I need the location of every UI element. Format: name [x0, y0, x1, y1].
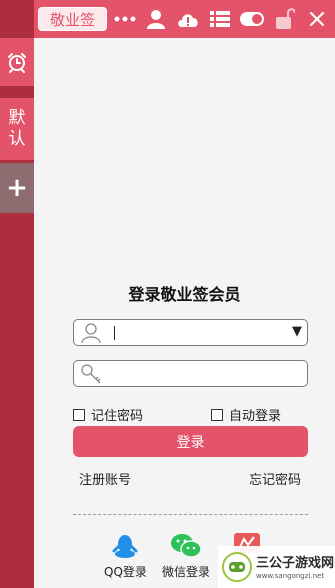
login-button[interactable]: 登录	[73, 426, 308, 457]
default-label-line2: 认	[8, 129, 26, 149]
qq-login-label: QQ登录	[104, 565, 147, 579]
user-icon[interactable]	[143, 6, 169, 32]
sidebar-default-category[interactable]: 默 认	[0, 98, 34, 160]
divider	[73, 514, 308, 515]
top-toolbar: 敬业签	[34, 0, 335, 38]
user-outline-icon	[81, 323, 101, 344]
watermark-logo-icon	[222, 552, 252, 582]
toggle-icon[interactable]	[239, 6, 265, 32]
username-field[interactable]: ▼	[73, 319, 308, 346]
checkbox-box[interactable]	[73, 408, 85, 421]
close-icon[interactable]	[304, 6, 330, 32]
register-link[interactable]: 注册账号	[79, 469, 131, 488]
dropdown-arrow-icon[interactable]: ▼	[292, 324, 302, 339]
sidebar: 默 认 +	[0, 0, 34, 588]
wechat-login-label: 微信登录	[162, 565, 211, 579]
forgot-password-link[interactable]: 忘记密码	[249, 469, 301, 488]
alarm-clock-icon	[8, 53, 26, 73]
username-input[interactable]	[110, 323, 280, 342]
qq-penguin-icon	[112, 535, 138, 558]
remember-password-checkbox[interactable]: 记住密码	[73, 405, 143, 424]
sidebar-alarm-button[interactable]	[0, 38, 34, 86]
login-title: 登录敬业签会员	[128, 285, 241, 304]
password-field[interactable]	[73, 360, 308, 387]
wechat-login-button[interactable]: 微信登录	[162, 533, 210, 580]
qq-login-button[interactable]: QQ登录	[104, 533, 147, 580]
site-watermark: 三公子游戏网 www.sangongzi.net	[218, 546, 335, 588]
password-input[interactable]	[110, 364, 280, 383]
cloud-warning-icon[interactable]	[175, 6, 201, 32]
plus-icon: +	[6, 173, 28, 203]
list-icon[interactable]	[207, 6, 233, 32]
remember-password-label: 记住密码	[91, 409, 144, 424]
watermark-url: www.sangongzi.net	[256, 572, 325, 580]
login-panel: 登录敬业签会员 ▼ 记住密码 自动登录 登录 注册账号 忘记密码 QQ登录 微信…	[34, 38, 335, 588]
default-label-line1: 默	[8, 108, 26, 128]
wechat-icon	[171, 534, 202, 558]
auto-login-checkbox[interactable]: 自动登录	[211, 405, 281, 424]
watermark-title: 三公子游戏网	[256, 556, 335, 571]
unlock-icon[interactable]	[272, 6, 298, 32]
key-icon	[81, 364, 101, 384]
auto-login-label: 自动登录	[229, 409, 282, 424]
more-icon[interactable]	[112, 6, 138, 32]
add-category-button[interactable]: +	[0, 163, 34, 213]
checkbox-box[interactable]	[211, 408, 223, 421]
brand-button[interactable]: 敬业签	[38, 7, 107, 31]
